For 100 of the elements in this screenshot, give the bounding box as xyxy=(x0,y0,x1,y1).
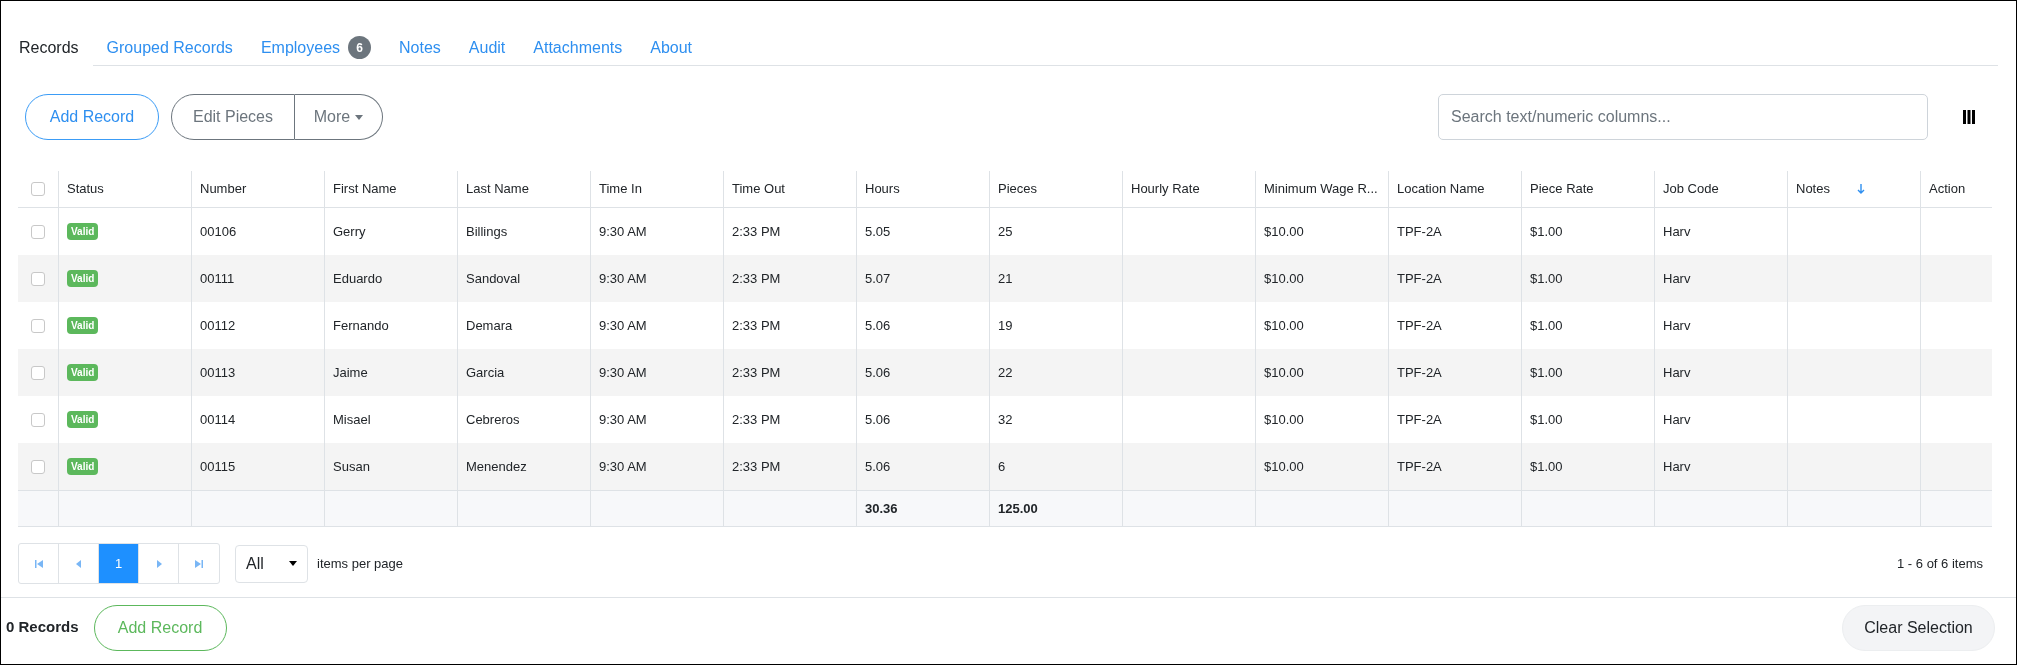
total-cell-text: 30.36 xyxy=(865,499,898,518)
table-cell-text: 00114 xyxy=(200,410,236,429)
table-cell-text: $1.00 xyxy=(1530,222,1563,241)
total-cell-text: 125.00 xyxy=(998,499,1038,518)
status-badge: Valid xyxy=(67,270,99,287)
column-header[interactable]: Hours xyxy=(857,171,990,207)
last-page-icon xyxy=(195,559,203,568)
tab[interactable]: Records xyxy=(19,36,79,60)
table-cell-text: 00113 xyxy=(200,363,236,382)
status-badge: Valid xyxy=(67,364,99,381)
table-cell-text: TPF-2A xyxy=(1397,222,1442,241)
first-page-icon xyxy=(34,559,43,568)
table-cell-text: $10.00 xyxy=(1264,363,1304,382)
table-cell-text: Susan xyxy=(333,457,370,476)
table-cell-text: $1.00 xyxy=(1530,269,1563,288)
column-header[interactable]: Last Name xyxy=(458,171,591,207)
table-cell-text: $1.00 xyxy=(1530,363,1563,382)
table-cell-text: 25 xyxy=(998,222,1013,241)
table-cell-text: 21 xyxy=(998,269,1013,288)
page-size-dropdown[interactable]: All xyxy=(235,544,308,583)
search-field[interactable]: Search text/numeric columns... xyxy=(1438,94,1928,140)
status-badge: Valid xyxy=(67,223,99,240)
count-badge: 6 xyxy=(348,36,372,59)
table-cell-text: TPF-2A xyxy=(1397,363,1442,382)
column-header[interactable]: Number xyxy=(192,171,325,207)
table-cell-text: Harv xyxy=(1663,222,1691,241)
table-cell-text: Misael xyxy=(333,410,371,429)
table-cell-text: 6 xyxy=(998,457,1006,476)
checkbox[interactable] xyxy=(31,224,45,239)
column-header[interactable]: Hourly Rate xyxy=(1123,171,1256,207)
table-cell-text: $10.00 xyxy=(1264,457,1304,476)
column-header[interactable]: First Name xyxy=(325,171,458,207)
column-header[interactable]: Time In xyxy=(591,171,724,207)
table-cell-text: TPF-2A xyxy=(1397,410,1442,429)
table-cell-text: $1.00 xyxy=(1530,316,1563,335)
column-header[interactable]: Location Name xyxy=(1389,171,1522,207)
table-cell-text: 2:33 PM xyxy=(732,410,781,429)
status-badge: Valid xyxy=(67,458,99,475)
table-cell-text: 9:30 AM xyxy=(599,363,647,382)
table-cell-text: Demara xyxy=(466,316,513,335)
table-cell-text: 2:33 PM xyxy=(732,316,781,335)
table-cell-text: Sandoval xyxy=(466,269,521,288)
checkbox[interactable] xyxy=(31,271,45,286)
table-cell-text: 5.07 xyxy=(865,269,891,288)
table-cell-text: 00111 xyxy=(200,269,235,288)
record-count: 0 Records xyxy=(6,617,79,638)
column-header[interactable]: Action xyxy=(1921,171,1992,207)
table-cell-text: $10.00 xyxy=(1264,410,1304,429)
columns-icon[interactable] xyxy=(1963,110,1975,124)
checkbox[interactable] xyxy=(31,182,45,196)
table-cell-text: Harv xyxy=(1663,410,1691,429)
caret-icon xyxy=(355,114,364,120)
table-cell-text: Cebreros xyxy=(466,410,520,429)
table-cell-text: 2:33 PM xyxy=(732,269,781,288)
table-cell-text: Gerry xyxy=(333,222,366,241)
table-cell-text: $10.00 xyxy=(1264,269,1304,288)
table-cell-text: Harv xyxy=(1663,316,1691,335)
table-cell-text: 2:33 PM xyxy=(732,457,781,476)
table-cell-text: 22 xyxy=(998,363,1013,382)
checkbox[interactable] xyxy=(31,412,45,427)
table-cell-text: Eduardo xyxy=(333,269,383,288)
column-header[interactable]: Time Out xyxy=(724,171,857,207)
column-header[interactable]: Status xyxy=(59,171,192,207)
clear-selection-button[interactable]: Clear Selection xyxy=(1842,604,1995,651)
table-cell-text: Harv xyxy=(1663,269,1691,288)
table-cell-text: Billings xyxy=(466,222,508,241)
checkbox[interactable] xyxy=(31,365,45,380)
checkbox[interactable] xyxy=(31,318,45,333)
table-cell-text: $10.00 xyxy=(1264,222,1304,241)
table-cell-text: $10.00 xyxy=(1264,316,1304,335)
column-header[interactable]: Pieces xyxy=(990,171,1123,207)
table-cell-text: 00115 xyxy=(200,457,236,476)
table-cell-text: 00112 xyxy=(200,316,236,335)
table-cell-text: 5.06 xyxy=(865,363,891,382)
table-cell-text: TPF-2A xyxy=(1397,269,1442,288)
table-cell-text: Harv xyxy=(1663,457,1691,476)
table-cell-text: TPF-2A xyxy=(1397,457,1442,476)
table-cell-text: 00106 xyxy=(200,222,237,241)
items-per-page-label: items per page xyxy=(317,554,403,573)
table-cell-text: 9:30 AM xyxy=(599,222,647,241)
table-cell-text: $1.00 xyxy=(1530,457,1563,476)
sort-arrow-down-icon xyxy=(1856,183,1865,195)
column-header[interactable]: Minimum Wage R... xyxy=(1256,171,1389,207)
checkbox[interactable] xyxy=(31,459,45,474)
table-cell-text: TPF-2A xyxy=(1397,316,1442,335)
column-header[interactable]: Piece Rate xyxy=(1522,171,1655,207)
table-cell-text: $1.00 xyxy=(1530,410,1563,429)
table-cell-text: Garcia xyxy=(466,363,505,382)
table-cell-text: 9:30 AM xyxy=(599,269,647,288)
table-cell-text: 5.05 xyxy=(865,222,891,241)
next-page-icon xyxy=(154,559,163,568)
table-cell-text: Jaime xyxy=(333,363,368,382)
table-cell-text: 9:30 AM xyxy=(599,316,647,335)
table-cell-text: 5.06 xyxy=(865,457,891,476)
previous-page-icon xyxy=(74,559,83,568)
status-badge: Valid xyxy=(67,411,99,428)
table-cell-text: 9:30 AM xyxy=(599,410,647,429)
table-cell-text: 5.06 xyxy=(865,410,891,429)
table-cell-text: 2:33 PM xyxy=(732,363,781,382)
caret-icon xyxy=(289,561,297,566)
